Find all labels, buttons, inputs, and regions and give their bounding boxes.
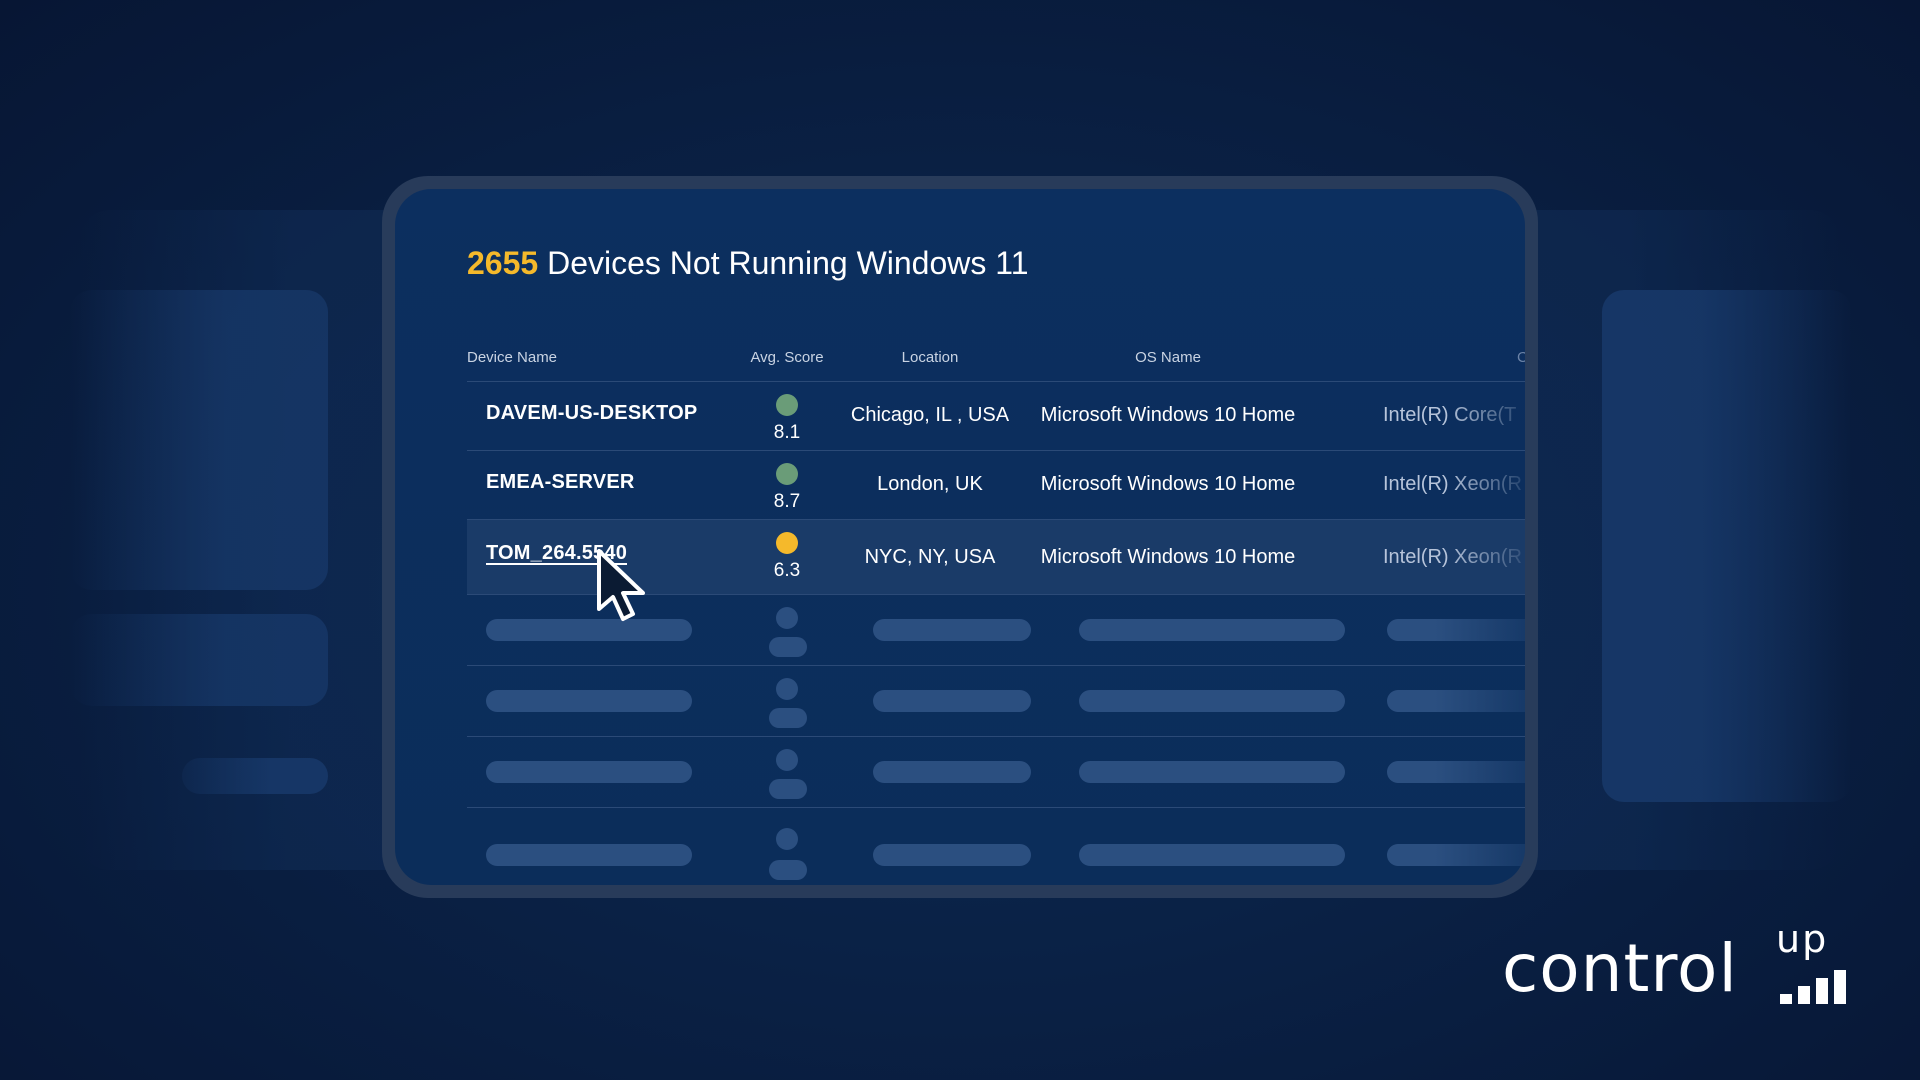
score-indicator-icon	[776, 463, 798, 485]
skeleton-dot	[776, 678, 798, 700]
os-name: Microsoft Windows 10 Home	[1040, 473, 1296, 495]
background-pill-left	[182, 758, 328, 794]
avg-score: 8.1	[747, 394, 827, 444]
table-row[interactable]: EMEA-SERVER 8.7 London, UK Microsoft Win…	[467, 451, 1525, 520]
logo-wordmark: control	[1502, 930, 1738, 1007]
background-panel-left-small	[70, 614, 328, 706]
column-header-avg-score[interactable]: Avg. Score	[747, 349, 827, 366]
background-panel-right	[1602, 290, 1852, 802]
skeleton-pill	[769, 860, 807, 880]
skeleton-bar	[873, 619, 1031, 641]
skeleton-row	[467, 666, 1525, 737]
mouse-pointer-icon	[597, 549, 645, 621]
device-name[interactable]: EMEA-SERVER	[486, 471, 635, 494]
column-header-os-name[interactable]: OS Name	[1033, 349, 1303, 366]
skeleton-bar	[1387, 619, 1525, 641]
table-header: Device Name Avg. Score Location OS Name …	[467, 345, 1525, 382]
skeleton-bar	[1387, 761, 1525, 783]
location: Chicago, IL , USA	[850, 404, 1010, 426]
skeleton-bar	[486, 690, 692, 712]
skeleton-dot	[776, 607, 798, 629]
score-indicator-icon	[776, 394, 798, 416]
column-header-location[interactable]: Location	[827, 349, 1033, 366]
signal-bars-icon	[1780, 968, 1850, 1004]
score-value: 8.1	[773, 422, 801, 443]
logo-superscript: up	[1776, 917, 1829, 961]
skeleton-bar	[873, 690, 1031, 712]
skeleton-bar	[486, 844, 692, 866]
skeleton-bar	[486, 761, 692, 783]
skeleton-pill	[769, 637, 807, 657]
score-value: 8.7	[773, 491, 801, 512]
device-name[interactable]: DAVEM-US-DESKTOP	[486, 402, 697, 425]
background-panel-left	[70, 290, 328, 590]
skeleton-dot	[776, 749, 798, 771]
location: NYC, NY, USA	[864, 546, 996, 568]
skeleton-bar	[873, 761, 1031, 783]
skeleton-bar	[1079, 844, 1345, 866]
skeleton-bar	[1079, 761, 1345, 783]
os-name: Microsoft Windows 10 Home	[1040, 404, 1296, 426]
skeleton-pill	[769, 779, 807, 799]
skeleton-pill	[769, 708, 807, 728]
cpu-name: Intel(R) Xeon(R	[1383, 546, 1522, 568]
skeleton-dot	[776, 828, 798, 850]
page-title: 2655 Devices Not Running Windows 11	[467, 245, 1028, 282]
skeleton-bar	[1387, 844, 1525, 866]
title-text: Devices Not Running Windows 11	[547, 245, 1029, 281]
cpu-name: Intel(R) Core(T	[1383, 404, 1517, 426]
location: London, UK	[877, 473, 983, 495]
skeleton-row	[467, 737, 1525, 808]
column-header-cpu-name[interactable]: CPU Name	[1517, 349, 1525, 366]
avg-score: 6.3	[747, 532, 827, 582]
skeleton-bar	[873, 844, 1031, 866]
cpu-name: Intel(R) Xeon(R	[1383, 473, 1522, 495]
column-header-device-name[interactable]: Device Name	[467, 349, 557, 366]
score-value: 6.3	[773, 560, 801, 581]
skeleton-bar	[1079, 619, 1345, 641]
devices-card: 2655 Devices Not Running Windows 11 Devi…	[395, 189, 1525, 885]
skeleton-row	[467, 808, 1525, 885]
skeleton-bar	[486, 619, 692, 641]
os-name: Microsoft Windows 10 Home	[1040, 546, 1296, 568]
avg-score: 8.7	[747, 463, 827, 513]
skeleton-bar	[1387, 690, 1525, 712]
skeleton-bar	[1079, 690, 1345, 712]
table-row[interactable]: DAVEM-US-DESKTOP 8.1 Chicago, IL , USA M…	[467, 382, 1525, 451]
device-count: 2655	[467, 245, 539, 281]
score-indicator-icon	[776, 532, 798, 554]
